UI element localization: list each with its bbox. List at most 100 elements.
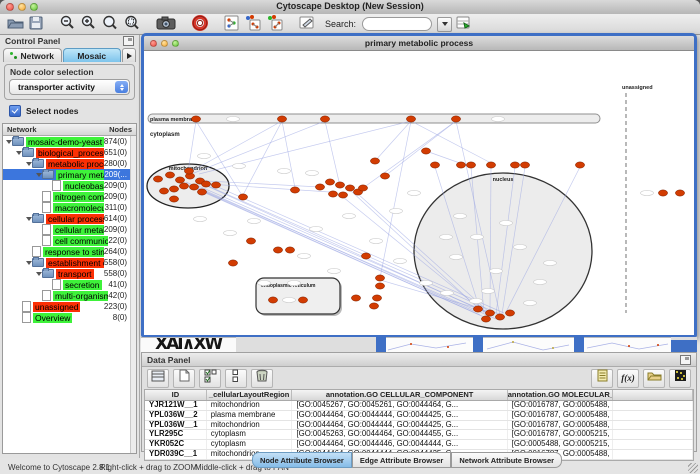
disclosure-triangle-icon[interactable] bbox=[25, 217, 32, 221]
table-row[interactable]: YPL036W__2plasma membrane[GO:0044464, GO… bbox=[145, 411, 693, 421]
search-options-dropdown[interactable] bbox=[437, 17, 452, 32]
new-attribute-button[interactable] bbox=[173, 369, 195, 388]
float-panel-icon[interactable] bbox=[123, 36, 134, 46]
network-canvas[interactable]: plasma membrane cytoplasm mitochondrion … bbox=[144, 51, 694, 335]
network-node[interactable] bbox=[159, 188, 168, 194]
table-row[interactable]: YJR121W__1mitochondrion[GO:0045267, GO:0… bbox=[145, 401, 693, 411]
network-node[interactable] bbox=[268, 297, 277, 303]
tree-row[interactable]: cell communicat22(0) bbox=[3, 235, 130, 246]
network-node[interactable] bbox=[510, 162, 519, 168]
disclosure-triangle-icon[interactable] bbox=[25, 261, 32, 265]
network-node[interactable] bbox=[197, 189, 206, 195]
tree-row[interactable]: Overview8(0) bbox=[3, 312, 130, 323]
table-column-header[interactable] bbox=[613, 390, 693, 400]
network-node[interactable] bbox=[451, 116, 460, 122]
tree-row[interactable]: unassigned223(0) bbox=[3, 301, 130, 312]
network-node[interactable] bbox=[495, 314, 504, 320]
network-node[interactable] bbox=[169, 186, 178, 192]
network-node[interactable] bbox=[351, 295, 360, 301]
network-node[interactable] bbox=[175, 177, 184, 183]
snapshot-button[interactable] bbox=[155, 15, 177, 34]
zoom-in-button[interactable] bbox=[79, 15, 97, 34]
import-table-button[interactable] bbox=[455, 15, 472, 34]
network-node[interactable] bbox=[320, 116, 329, 122]
node-color-select[interactable]: transporter activity bbox=[9, 79, 130, 95]
attribute-table-button[interactable] bbox=[147, 369, 169, 388]
network-node[interactable] bbox=[184, 168, 193, 174]
search-input[interactable] bbox=[362, 17, 432, 31]
tab-mosaic[interactable]: Mosaic bbox=[63, 48, 122, 62]
tree-row[interactable]: multi-organism pro42(0) bbox=[3, 290, 130, 301]
network-node[interactable] bbox=[473, 306, 482, 312]
layout-a-button[interactable] bbox=[243, 15, 262, 34]
network-window-titlebar[interactable]: primary metabolic process bbox=[144, 36, 694, 51]
disclosure-triangle-icon[interactable] bbox=[15, 151, 22, 155]
table-row[interactable]: YKR052Ccytoplasm[GO:0044464, GO:0044446,… bbox=[145, 440, 693, 450]
tree-row[interactable]: nitrogen compo209(0) bbox=[3, 191, 130, 202]
network-node[interactable] bbox=[421, 148, 430, 154]
network-node[interactable] bbox=[201, 181, 210, 187]
tab-network-attribute-browser[interactable]: Network Attribute Browser bbox=[451, 452, 562, 468]
annotation-button[interactable] bbox=[298, 15, 316, 34]
network-node[interactable] bbox=[361, 253, 370, 259]
tab-network[interactable]: Network bbox=[3, 48, 62, 62]
tree-row[interactable]: macromolecule311(0) bbox=[3, 202, 130, 213]
network-node[interactable] bbox=[466, 162, 475, 168]
network-node[interactable] bbox=[370, 158, 379, 164]
network-node[interactable] bbox=[325, 179, 334, 185]
tree-row[interactable]: biological_process651(0) bbox=[3, 147, 130, 158]
network-node[interactable] bbox=[406, 116, 415, 122]
network-node[interactable] bbox=[456, 162, 465, 168]
disclosure-triangle-icon[interactable] bbox=[25, 162, 32, 166]
tree-row[interactable]: primary metabo209(... bbox=[3, 169, 130, 180]
import-attributes-button[interactable] bbox=[643, 369, 665, 388]
tree-row[interactable]: secretion41(0) bbox=[3, 279, 130, 290]
tab-scroll-right-button[interactable] bbox=[122, 48, 136, 62]
network-node[interactable] bbox=[430, 162, 439, 168]
table-column-header[interactable]: annotation.GO CELLULAR_COMPONENT bbox=[292, 390, 507, 400]
tree-row[interactable]: response to stimulu264(0) bbox=[3, 246, 130, 257]
network-node[interactable] bbox=[358, 185, 367, 191]
network-node[interactable] bbox=[246, 238, 255, 244]
manage-networks-button[interactable] bbox=[223, 15, 240, 34]
tree-row[interactable]: cellular metabo209(0) bbox=[3, 224, 130, 235]
zoom-fit-button[interactable] bbox=[100, 15, 119, 34]
network-node[interactable] bbox=[153, 176, 162, 182]
network-node[interactable] bbox=[238, 194, 247, 200]
network-node[interactable] bbox=[191, 116, 200, 122]
matrix-view-button[interactable] bbox=[669, 369, 691, 388]
network-node[interactable] bbox=[485, 310, 494, 316]
table-column-header[interactable]: ID bbox=[145, 390, 207, 400]
disclosure-triangle-icon[interactable] bbox=[35, 272, 42, 276]
network-node[interactable] bbox=[675, 190, 684, 196]
formula-button[interactable]: f(x) bbox=[617, 369, 639, 388]
network-node[interactable] bbox=[520, 162, 529, 168]
network-node[interactable] bbox=[375, 283, 384, 289]
network-node[interactable] bbox=[273, 247, 282, 253]
network-node[interactable] bbox=[228, 260, 237, 266]
resize-grip[interactable] bbox=[688, 463, 698, 473]
network-node[interactable] bbox=[338, 192, 347, 198]
network-node[interactable] bbox=[369, 303, 378, 309]
tree-scrollbar[interactable] bbox=[130, 136, 136, 453]
network-node[interactable] bbox=[165, 172, 174, 178]
network-node[interactable] bbox=[179, 183, 188, 189]
tab-node-attribute-browser[interactable]: Node Attribute Browser bbox=[252, 452, 352, 468]
save-session-button[interactable] bbox=[28, 15, 44, 34]
table-row[interactable]: YPL036W__1mitochondrion[GO:0044464, GO:0… bbox=[145, 421, 693, 431]
unselect-attributes-button[interactable] bbox=[225, 369, 247, 388]
data-panel-float-icon[interactable] bbox=[680, 355, 691, 365]
network-node[interactable] bbox=[277, 116, 286, 122]
zoom-selected-button[interactable] bbox=[122, 15, 141, 34]
network-node[interactable] bbox=[486, 162, 495, 168]
tree-row[interactable]: nucleobase-209(0) bbox=[3, 180, 130, 191]
table-column-header[interactable]: _cellularLayoutRegion bbox=[207, 390, 293, 400]
tree-row[interactable]: establishment of lo558(0) bbox=[3, 257, 130, 268]
table-row[interactable]: YLR295Ccytoplasm[GO:0045263, GO:0044464,… bbox=[145, 430, 693, 440]
network-node[interactable] bbox=[285, 247, 294, 253]
network-node[interactable] bbox=[328, 191, 337, 197]
select-nodes-checkbox[interactable] bbox=[9, 105, 21, 117]
network-node[interactable] bbox=[505, 310, 514, 316]
network-node[interactable] bbox=[298, 297, 307, 303]
network-node[interactable] bbox=[372, 295, 381, 301]
